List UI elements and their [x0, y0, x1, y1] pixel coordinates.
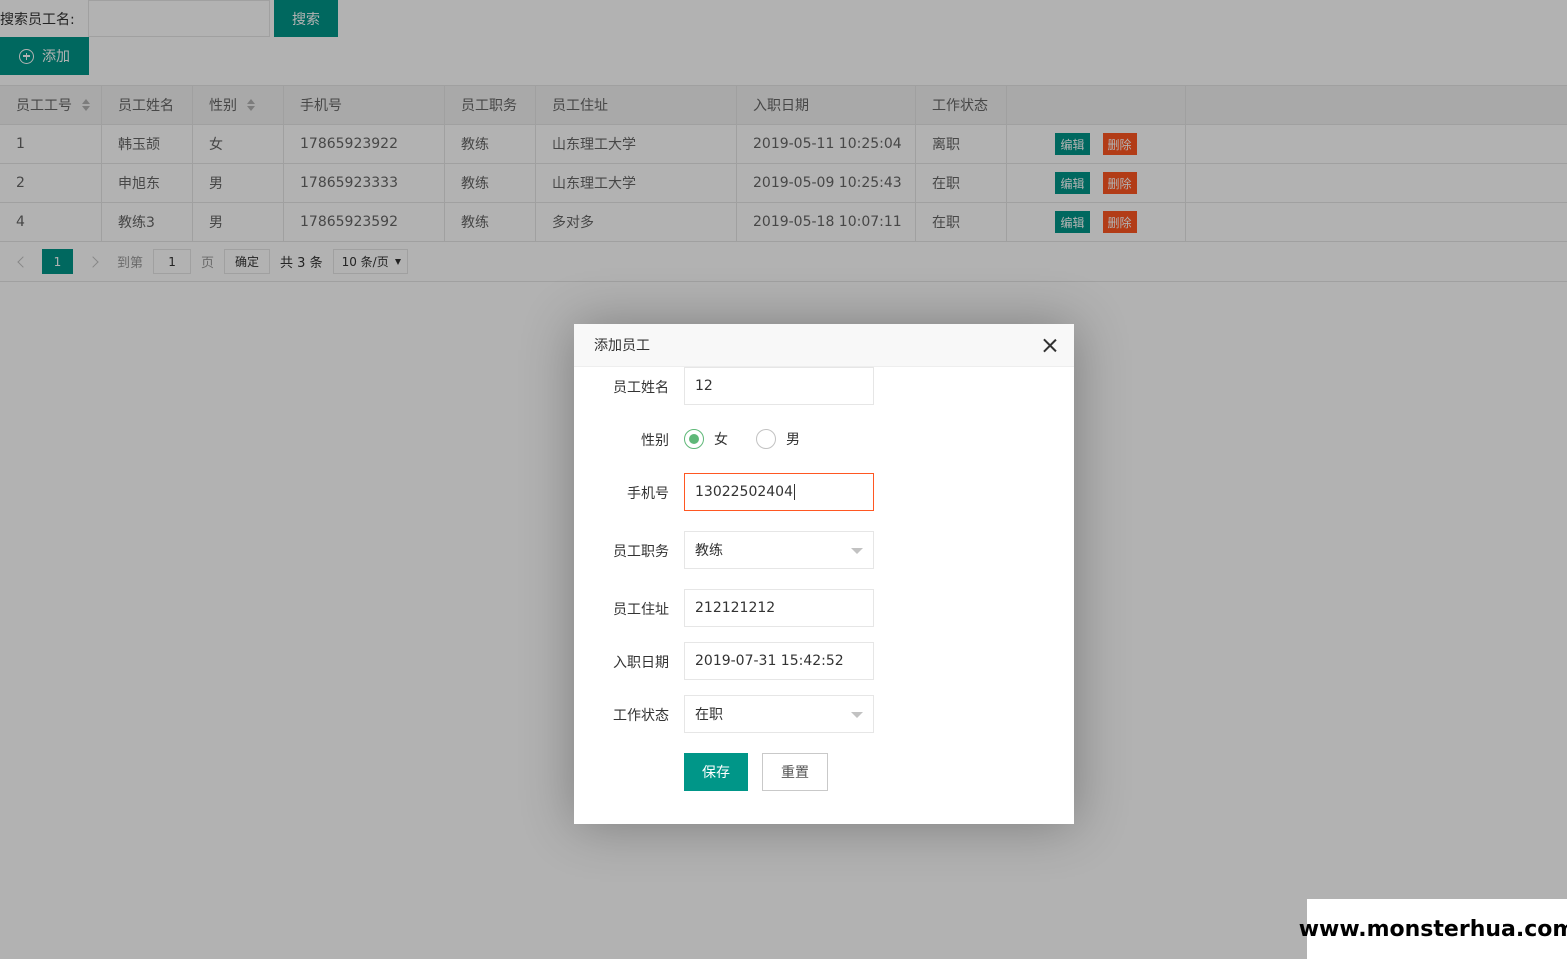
phone-input-value: 13022502404 — [695, 484, 793, 500]
gender-radio-group: 女 男 — [684, 428, 800, 450]
position-select-value: 教练 — [695, 543, 723, 559]
dialog-title-bar: 添加员工 — [574, 324, 1074, 367]
address-input[interactable]: 212121212 — [684, 589, 874, 627]
status-label: 工作状态 — [613, 708, 669, 724]
name-label: 员工姓名 — [613, 380, 669, 396]
dialog-title: 添加员工 — [594, 338, 650, 354]
date-label: 入职日期 — [613, 655, 669, 671]
gender-option-male[interactable]: 男 — [786, 429, 800, 449]
date-input[interactable]: 2019-07-31 15:42:52 — [684, 642, 874, 680]
text-cursor — [793, 484, 795, 500]
close-icon[interactable] — [1042, 338, 1057, 353]
reset-button[interactable]: 重置 — [762, 753, 828, 791]
gender-label: 性别 — [641, 433, 669, 449]
phone-label: 手机号 — [627, 486, 669, 502]
status-select-value: 在职 — [695, 707, 723, 723]
gender-option-female[interactable]: 女 — [714, 429, 728, 449]
save-button[interactable]: 保存 — [684, 753, 748, 791]
name-input[interactable]: 12 — [684, 367, 874, 405]
address-label: 员工住址 — [613, 602, 669, 618]
status-select[interactable]: 在职 — [684, 695, 874, 733]
caret-down-icon — [851, 712, 863, 718]
phone-input[interactable]: 13022502404 — [684, 473, 874, 511]
position-label: 员工职务 — [613, 544, 669, 560]
position-select[interactable]: 教练 — [684, 531, 874, 569]
gender-radio-female[interactable] — [684, 429, 704, 449]
add-employee-dialog: 添加员工 员工姓名 12 性别 女 男 手机号 13022502404 员工职务… — [574, 324, 1074, 824]
gender-radio-male[interactable] — [756, 429, 776, 449]
watermark: www.monsterhua.com — [1299, 899, 1567, 959]
caret-down-icon — [851, 548, 863, 554]
